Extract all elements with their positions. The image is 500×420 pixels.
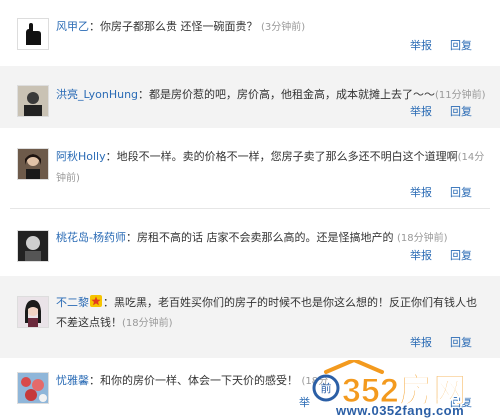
colon: ：	[89, 20, 100, 33]
avatar[interactable]	[17, 85, 49, 117]
comment-time: (18分钟前)	[396, 233, 448, 244]
avatar[interactable]	[17, 148, 49, 180]
report-link[interactable]: 举报	[410, 39, 432, 52]
comment-body: 房租不高的话 店家不会卖那么高的。还是怪搞地产的	[136, 231, 394, 244]
comment-time: (18分钟前)	[122, 318, 173, 329]
comment-body: 都是房价惹的吧，房价高，他租金高，成本就摊上去了～～	[149, 88, 436, 101]
avatar[interactable]	[17, 372, 49, 404]
comment-body: 你房子都那么贵 还怪一碗面贵？	[100, 20, 258, 33]
avatar[interactable]	[17, 296, 49, 328]
reply-link[interactable]: 回复	[450, 105, 472, 118]
comment-username[interactable]: 桃花岛-杨药师	[56, 231, 126, 244]
comment-item: 不二黎 ：黑吃黑，老百姓买你们的房子的时候不也是你这么想的！反正你们有钱人也不差这…	[0, 276, 500, 358]
comment-username[interactable]: 忧雅馨	[56, 374, 89, 387]
divider	[10, 208, 490, 209]
comment-item: 风甲乙：你房子都那么贵 还怪一碗面贵？ (3分钟前) 举报 回复	[0, 0, 500, 66]
reply-link[interactable]: 回复	[450, 186, 472, 199]
svg-text:前: 前	[321, 381, 332, 395]
reply-link[interactable]: 回复	[450, 249, 472, 262]
comment-actions: 举报 回复	[392, 103, 472, 119]
comment-body: 黑吃黑，老百姓买你们的房子的时候不也是你这么想的！反正你们有钱人也不差这点钱！	[56, 296, 477, 329]
comment-username[interactable]: 阿秋Holly	[56, 150, 106, 163]
comment-actions: 举报 回复	[392, 37, 472, 53]
comment-actions: 举报 回复	[392, 247, 472, 263]
colon: ：	[125, 231, 137, 244]
reply-link[interactable]: 回复	[450, 336, 472, 349]
comment-text: 阿秋Holly：地段不一样。卖的价格不一样，您房子卖了那么多还不明白这个道理啊(…	[56, 147, 486, 189]
comment-text: 桃花岛-杨药师：房租不高的话 店家不会卖那么高的。还是怪搞地产的 (18分钟前)	[56, 228, 486, 249]
colon: ：	[105, 150, 117, 163]
comment-time: (11分钟前)	[435, 90, 486, 101]
reply-link[interactable]: 回复	[450, 39, 472, 52]
comment-item: 阿秋Holly：地段不一样。卖的价格不一样，您房子卖了那么多还不明白这个道理啊(…	[0, 128, 500, 208]
watermark-logo-icon: 前 352房网	[312, 357, 467, 411]
comment-text: 风甲乙：你房子都那么贵 还怪一碗面贵？ (3分钟前)	[56, 17, 486, 38]
comment-actions: 举报 回复	[392, 334, 472, 350]
comment-time: (3分钟前)	[261, 22, 306, 33]
comment-username[interactable]: 不二黎	[56, 296, 89, 309]
watermark-brand: 352房网	[342, 372, 467, 404]
watermark-url: www.0352fang.com	[336, 403, 465, 418]
comment-username[interactable]: 洪亮_LyonHung	[56, 88, 138, 101]
comment-username[interactable]: 风甲乙	[56, 20, 89, 33]
avatar[interactable]	[17, 230, 49, 262]
colon: ：	[103, 296, 114, 309]
comment-text: 忧雅馨：和你的房价一样、体会一下天价的感受！ (18分	[56, 371, 330, 392]
comment-item: 洪亮_LyonHung：都是房价惹的吧，房价高，他租金高，成本就摊上去了～～(1…	[0, 66, 500, 128]
report-link[interactable]: 举报	[410, 105, 432, 118]
red-star-badge-icon	[90, 295, 102, 307]
report-link[interactable]: 举报	[410, 186, 432, 199]
comment-actions: 举报 回复	[392, 184, 472, 200]
site-watermark: 前 352房网 www.0352fang.com	[306, 357, 496, 418]
comment-text: 不二黎 ：黑吃黑，老百姓买你们的房子的时候不也是你这么想的！反正你们有钱人也不差这…	[56, 293, 486, 334]
colon: ：	[138, 88, 150, 101]
colon: ：	[89, 374, 100, 387]
avatar[interactable]	[17, 18, 49, 50]
comment-body: 地段不一样。卖的价格不一样，您房子卖了那么多还不明白这个道理啊	[116, 150, 458, 163]
report-link[interactable]: 举报	[410, 336, 432, 349]
comment-item: 桃花岛-杨药师：房租不高的话 店家不会卖那么高的。还是怪搞地产的 (18分钟前)…	[0, 210, 500, 276]
report-link[interactable]: 举报	[410, 249, 432, 262]
comment-body: 和你的房价一样、体会一下天价的感受！	[100, 374, 298, 387]
